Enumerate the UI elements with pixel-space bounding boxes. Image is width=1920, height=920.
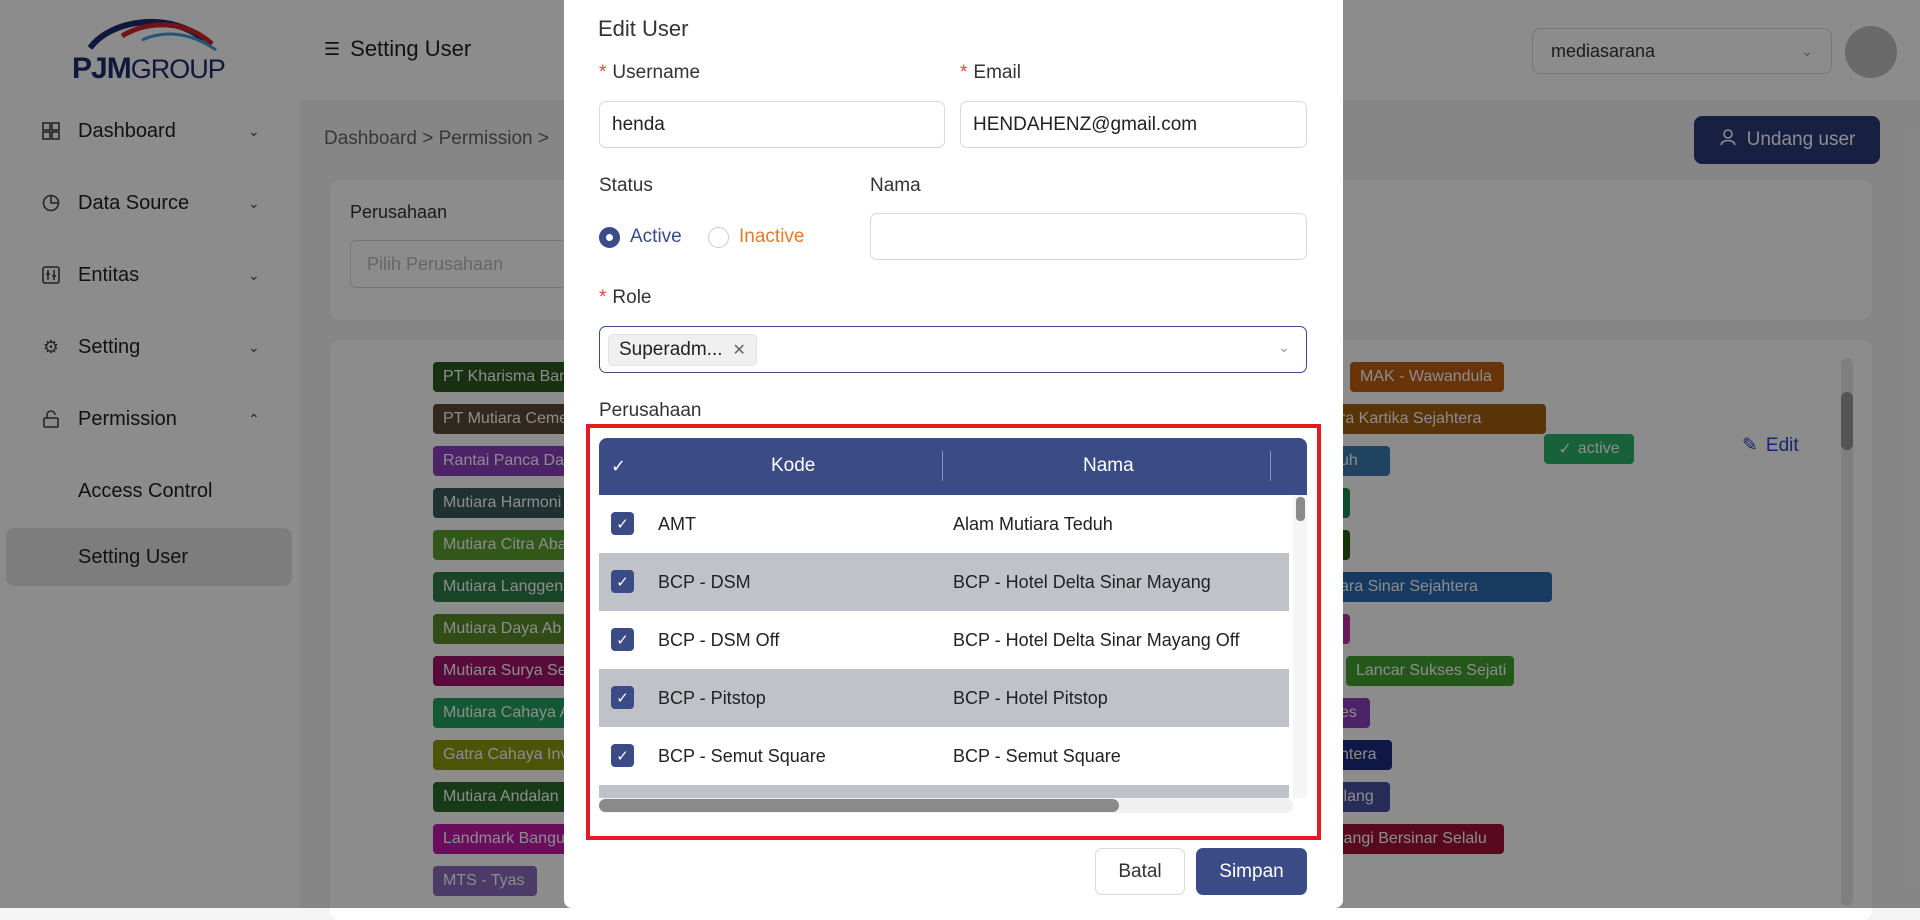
nama-field[interactable] (870, 213, 1307, 260)
edit-user-modal: Edit User * Username henda * Email HENDAHE… (564, 0, 1343, 908)
status-label: Status (599, 175, 653, 196)
role-select[interactable]: Superadm... ✕ ⌄ (599, 326, 1307, 373)
email-field[interactable]: HENDAHENZ@gmail.com (960, 101, 1307, 148)
username-field[interactable]: henda (599, 101, 945, 148)
cancel-button[interactable]: Batal (1095, 848, 1185, 895)
status-active-label: Active (630, 226, 682, 247)
status-active-radio[interactable]: Active (599, 226, 682, 248)
highlight-box (586, 424, 1321, 840)
modal-title: Edit User (598, 16, 689, 41)
chevron-down-icon: ⌄ (1278, 339, 1290, 355)
status-inactive-label: Inactive (739, 226, 805, 247)
save-button[interactable]: Simpan (1196, 848, 1307, 895)
radio-checked-icon (599, 226, 620, 248)
role-tag: Superadm... ✕ (608, 334, 757, 366)
radio-unchecked-icon (708, 226, 729, 248)
role-tag-text: Superadm... (619, 339, 723, 360)
close-icon[interactable]: ✕ (733, 340, 746, 360)
email-label: * Email (960, 62, 1021, 83)
username-label-text: Username (612, 62, 701, 83)
status-inactive-radio[interactable]: Inactive (708, 226, 804, 248)
email-label-text: Email (973, 62, 1021, 83)
perusahaan-label: Perusahaan (599, 400, 702, 421)
nama-label: Nama (870, 175, 921, 196)
username-label: * Username (599, 62, 701, 83)
role-label: * Role (599, 287, 652, 308)
role-label-text: Role (612, 287, 652, 308)
